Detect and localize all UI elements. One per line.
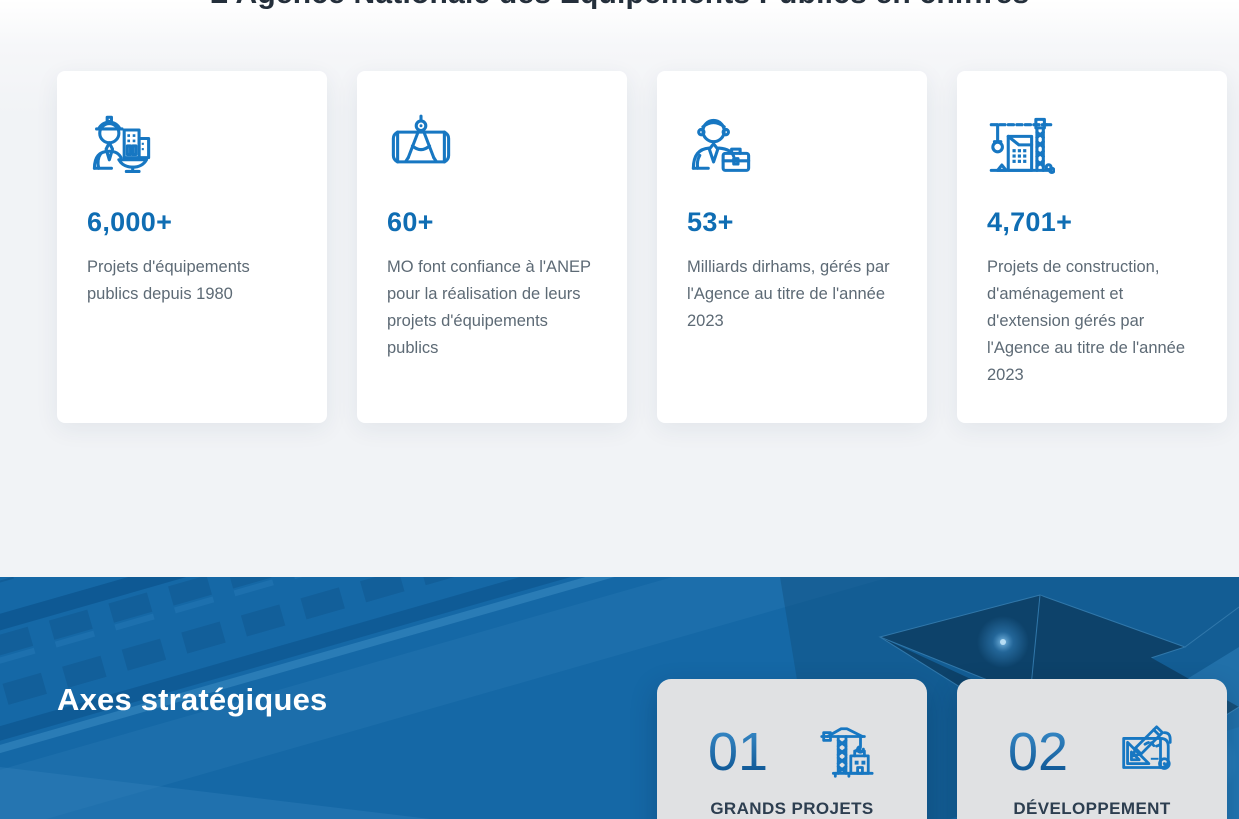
stat-value: 53+ (687, 207, 897, 238)
drafting-compass-icon (387, 113, 455, 181)
stat-card-budget: 53+ Milliards dirhams, gérés par l'Agenc… (657, 71, 927, 423)
stat-card-projects: 6,000+ Projets d'équipements publics dep… (57, 71, 327, 423)
stat-value: 6,000+ (87, 207, 297, 238)
axes-card-top: 02 (1008, 721, 1176, 783)
businessman-briefcase-icon (687, 113, 755, 181)
axes-section: Axes stratégiques 01 (0, 577, 1239, 819)
axes-card-number: 02 (1008, 725, 1068, 779)
stat-value: 4,701+ (987, 207, 1197, 238)
stat-description: Projets d'équipements publics depuis 198… (87, 254, 297, 308)
stat-description: MO font confiance à l'ANEP pour la réali… (387, 254, 597, 362)
stat-card-constructions: 4,701+ Projets de construction, d'aménag… (957, 71, 1227, 423)
axes-card-grands-projets[interactable]: 01 GRANDS PROJE (657, 679, 927, 819)
tower-crane-icon (814, 721, 876, 783)
engineer-buildings-icon (87, 113, 155, 181)
urban-planning-icon (1114, 721, 1176, 783)
stat-description: Milliards dirhams, gérés par l'Agence au… (687, 254, 897, 335)
stat-description: Projets de construction, d'aménagement e… (987, 254, 1197, 389)
stat-value: 60+ (387, 207, 597, 238)
stats-cards-row: 6,000+ Projets d'équipements publics dep… (57, 71, 1227, 423)
axes-card-developpement[interactable]: 02 DÉVELOPPEMENT (957, 679, 1227, 819)
axes-heading: Axes stratégiques (57, 682, 327, 718)
stats-section: L'Agence Nationale des Équipements Publi… (0, 0, 1239, 577)
page-title: L'Agence Nationale des Équipements Publi… (0, 0, 1239, 9)
stat-card-clients: 60+ MO font confiance à l'ANEP pour la r… (357, 71, 627, 423)
axes-card-top: 01 (708, 721, 876, 783)
axes-card-label: GRANDS PROJETS (710, 799, 873, 819)
axes-card-number: 01 (708, 725, 768, 779)
axes-cards-row: 01 GRANDS PROJE (657, 679, 1239, 819)
axes-card-label: DÉVELOPPEMENT (1013, 799, 1170, 819)
construction-crane-icon (987, 113, 1055, 181)
